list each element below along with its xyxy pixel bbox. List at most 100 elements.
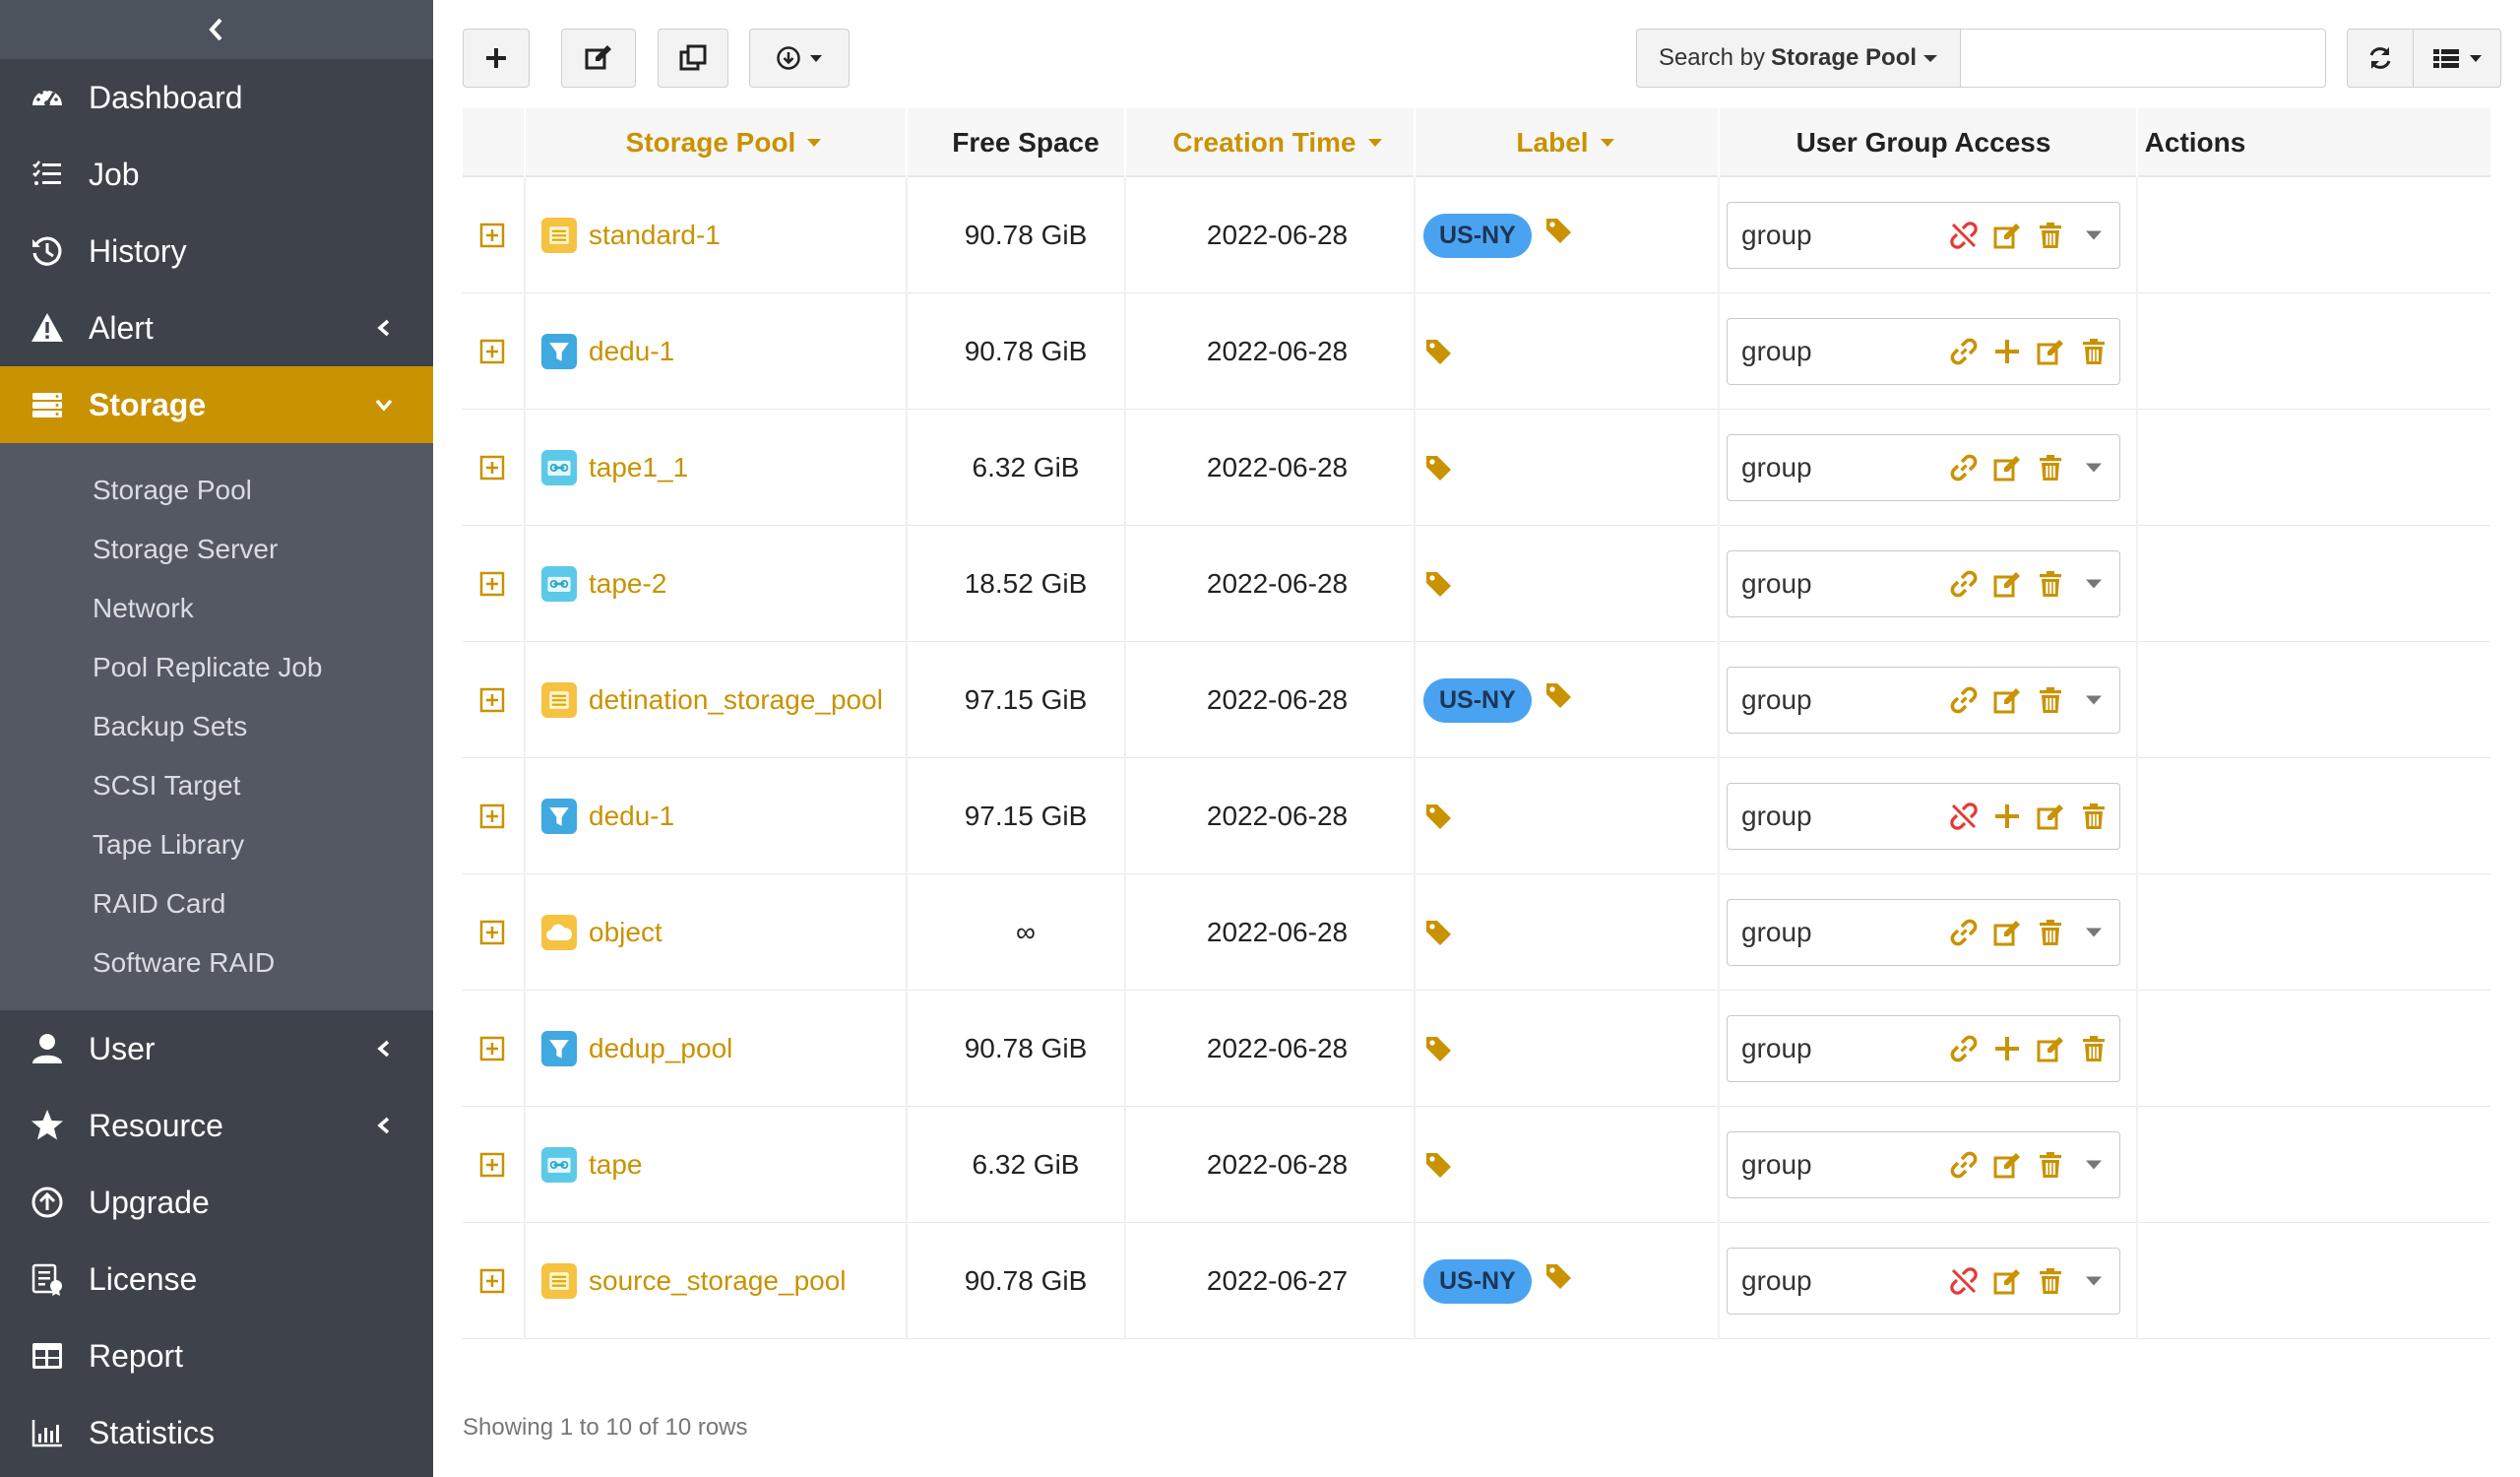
storage-pool-link[interactable]: dedu-1 bbox=[589, 336, 674, 367]
expand-row-icon[interactable] bbox=[479, 339, 505, 364]
label-cell bbox=[1418, 410, 1713, 526]
plus-icon[interactable] bbox=[1992, 802, 2022, 831]
submenu-item-scsi-target[interactable]: SCSI Target bbox=[0, 756, 433, 815]
expand-row-icon[interactable] bbox=[479, 803, 505, 829]
edit-icon[interactable] bbox=[2036, 337, 2065, 366]
expand-row-icon[interactable] bbox=[479, 455, 505, 481]
search-field-dropdown[interactable]: Search by Storage Pool bbox=[1636, 29, 1961, 88]
unlink-icon[interactable] bbox=[1949, 221, 1979, 250]
trash-icon[interactable] bbox=[2036, 1266, 2065, 1296]
edit-icon[interactable] bbox=[1992, 1266, 2022, 1296]
plus-icon[interactable] bbox=[1992, 1034, 2022, 1063]
free-space-cell: 6.32 GiB bbox=[972, 1149, 1080, 1180]
trash-icon[interactable] bbox=[2079, 337, 2109, 366]
edit-icon[interactable] bbox=[2036, 802, 2065, 831]
sidebar-item-upgrade[interactable]: Upgrade bbox=[0, 1164, 433, 1241]
storage-pool-link[interactable]: object bbox=[589, 917, 662, 948]
sidebar-collapse-button[interactable] bbox=[0, 0, 433, 59]
dedup-funnel-icon-glyph bbox=[549, 343, 569, 361]
edit-icon[interactable] bbox=[1992, 1150, 2022, 1180]
expand-row-icon[interactable] bbox=[479, 571, 505, 597]
trash-icon[interactable] bbox=[2036, 221, 2065, 250]
link-icon[interactable] bbox=[1949, 453, 1979, 482]
tag-icon[interactable] bbox=[1544, 680, 1573, 710]
link-icon[interactable] bbox=[1949, 918, 1979, 947]
sidebar-item-dashboard[interactable]: Dashboard bbox=[0, 59, 433, 136]
expand-row-icon[interactable] bbox=[479, 1152, 505, 1178]
link-icon[interactable] bbox=[1949, 337, 1979, 366]
sidebar-item-history[interactable]: History bbox=[0, 213, 433, 289]
columns-dropdown-button[interactable] bbox=[2413, 29, 2501, 88]
storage-pool-link[interactable]: standard-1 bbox=[589, 220, 721, 251]
sidebar-item-storage[interactable]: Storage bbox=[0, 366, 433, 443]
expand-row-icon[interactable] bbox=[479, 687, 505, 713]
edit-icon[interactable] bbox=[1992, 569, 2022, 599]
submenu-item-storage-pool[interactable]: Storage Pool bbox=[0, 461, 433, 520]
edit-button[interactable] bbox=[561, 29, 636, 88]
link-icon[interactable] bbox=[1949, 685, 1979, 715]
link-icon[interactable] bbox=[1949, 569, 1979, 599]
storage-pool-link[interactable]: tape bbox=[589, 1149, 643, 1181]
tag-icon[interactable] bbox=[1423, 802, 1453, 831]
storage-pool-link[interactable]: dedu-1 bbox=[589, 801, 674, 832]
storage-pool-link[interactable]: source_storage_pool bbox=[589, 1265, 847, 1297]
tag-icon[interactable] bbox=[1423, 1150, 1453, 1180]
tag-icon[interactable] bbox=[1423, 918, 1453, 947]
storage-pool-link[interactable]: dedup_pool bbox=[589, 1033, 732, 1064]
edit-icon[interactable] bbox=[1992, 685, 2022, 715]
tag-icon[interactable] bbox=[1423, 1034, 1453, 1063]
trash-icon[interactable] bbox=[2079, 1034, 2109, 1063]
add-button[interactable] bbox=[463, 29, 530, 88]
expand-row-icon[interactable] bbox=[479, 1036, 505, 1061]
tag-icon[interactable] bbox=[1544, 216, 1573, 245]
link-icon[interactable] bbox=[1949, 1150, 1979, 1180]
trash-icon[interactable] bbox=[2036, 685, 2065, 715]
tag-icon[interactable] bbox=[1423, 569, 1453, 599]
column-header-label[interactable]: Label bbox=[1418, 108, 1713, 177]
refresh-button[interactable] bbox=[2347, 29, 2414, 88]
link-icon[interactable] bbox=[1949, 1034, 1979, 1063]
edit-icon[interactable] bbox=[1992, 918, 2022, 947]
edit-icon[interactable] bbox=[1992, 221, 2022, 250]
tag-icon[interactable] bbox=[1423, 337, 1453, 366]
sidebar-item-resource[interactable]: Resource bbox=[0, 1087, 433, 1164]
sidebar-item-statistics[interactable]: Statistics bbox=[0, 1394, 433, 1471]
submenu-item-pool-replicate-job[interactable]: Pool Replicate Job bbox=[0, 638, 433, 697]
storage-pool-link[interactable]: detination_storage_pool bbox=[589, 684, 883, 716]
copy-button[interactable] bbox=[658, 29, 728, 88]
submenu-item-raid-card[interactable]: RAID Card bbox=[0, 874, 433, 933]
trash-icon[interactable] bbox=[2036, 918, 2065, 947]
trash-icon[interactable] bbox=[2036, 453, 2065, 482]
search-input[interactable] bbox=[1960, 29, 2326, 88]
expand-row-icon[interactable] bbox=[479, 223, 505, 248]
storage-pool-cell: source_storage_pool bbox=[541, 1223, 906, 1339]
expand-row-icon[interactable] bbox=[479, 920, 505, 945]
unlink-icon[interactable] bbox=[1949, 802, 1979, 831]
sidebar-item-report[interactable]: Report bbox=[0, 1317, 433, 1394]
submenu-item-backup-sets[interactable]: Backup Sets bbox=[0, 697, 433, 756]
column-header-creation-time[interactable]: Creation Time bbox=[1142, 108, 1413, 177]
submenu-item-network[interactable]: Network bbox=[0, 579, 433, 638]
tag-icon[interactable] bbox=[1423, 453, 1453, 482]
unlink-icon[interactable] bbox=[1949, 1266, 1979, 1296]
expand-row-icon[interactable] bbox=[479, 1268, 505, 1294]
column-header-storage-pool[interactable]: Storage Pool bbox=[541, 108, 906, 177]
submenu-item-software-raid[interactable]: Software RAID bbox=[0, 933, 433, 993]
edit-icon[interactable] bbox=[2036, 1034, 2065, 1063]
storage-pool-link[interactable]: tape-2 bbox=[589, 568, 666, 600]
sidebar-item-license[interactable]: License bbox=[0, 1241, 433, 1317]
trash-icon[interactable] bbox=[2079, 802, 2109, 831]
submenu-item-storage-server[interactable]: Storage Server bbox=[0, 520, 433, 579]
plus-icon[interactable] bbox=[1992, 337, 2022, 366]
trash-icon[interactable] bbox=[2036, 1150, 2065, 1180]
actions-cell bbox=[1949, 410, 2126, 526]
sidebar-item-job[interactable]: Job bbox=[0, 136, 433, 213]
sidebar-item-alert[interactable]: Alert bbox=[0, 289, 433, 366]
tag-icon[interactable] bbox=[1544, 1261, 1573, 1291]
edit-icon[interactable] bbox=[1992, 453, 2022, 482]
trash-icon[interactable] bbox=[2036, 569, 2065, 599]
submenu-item-tape-library[interactable]: Tape Library bbox=[0, 815, 433, 874]
storage-pool-link[interactable]: tape1_1 bbox=[589, 452, 688, 483]
download-dropdown-button[interactable] bbox=[749, 29, 850, 88]
sidebar-item-user[interactable]: User bbox=[0, 1010, 433, 1087]
